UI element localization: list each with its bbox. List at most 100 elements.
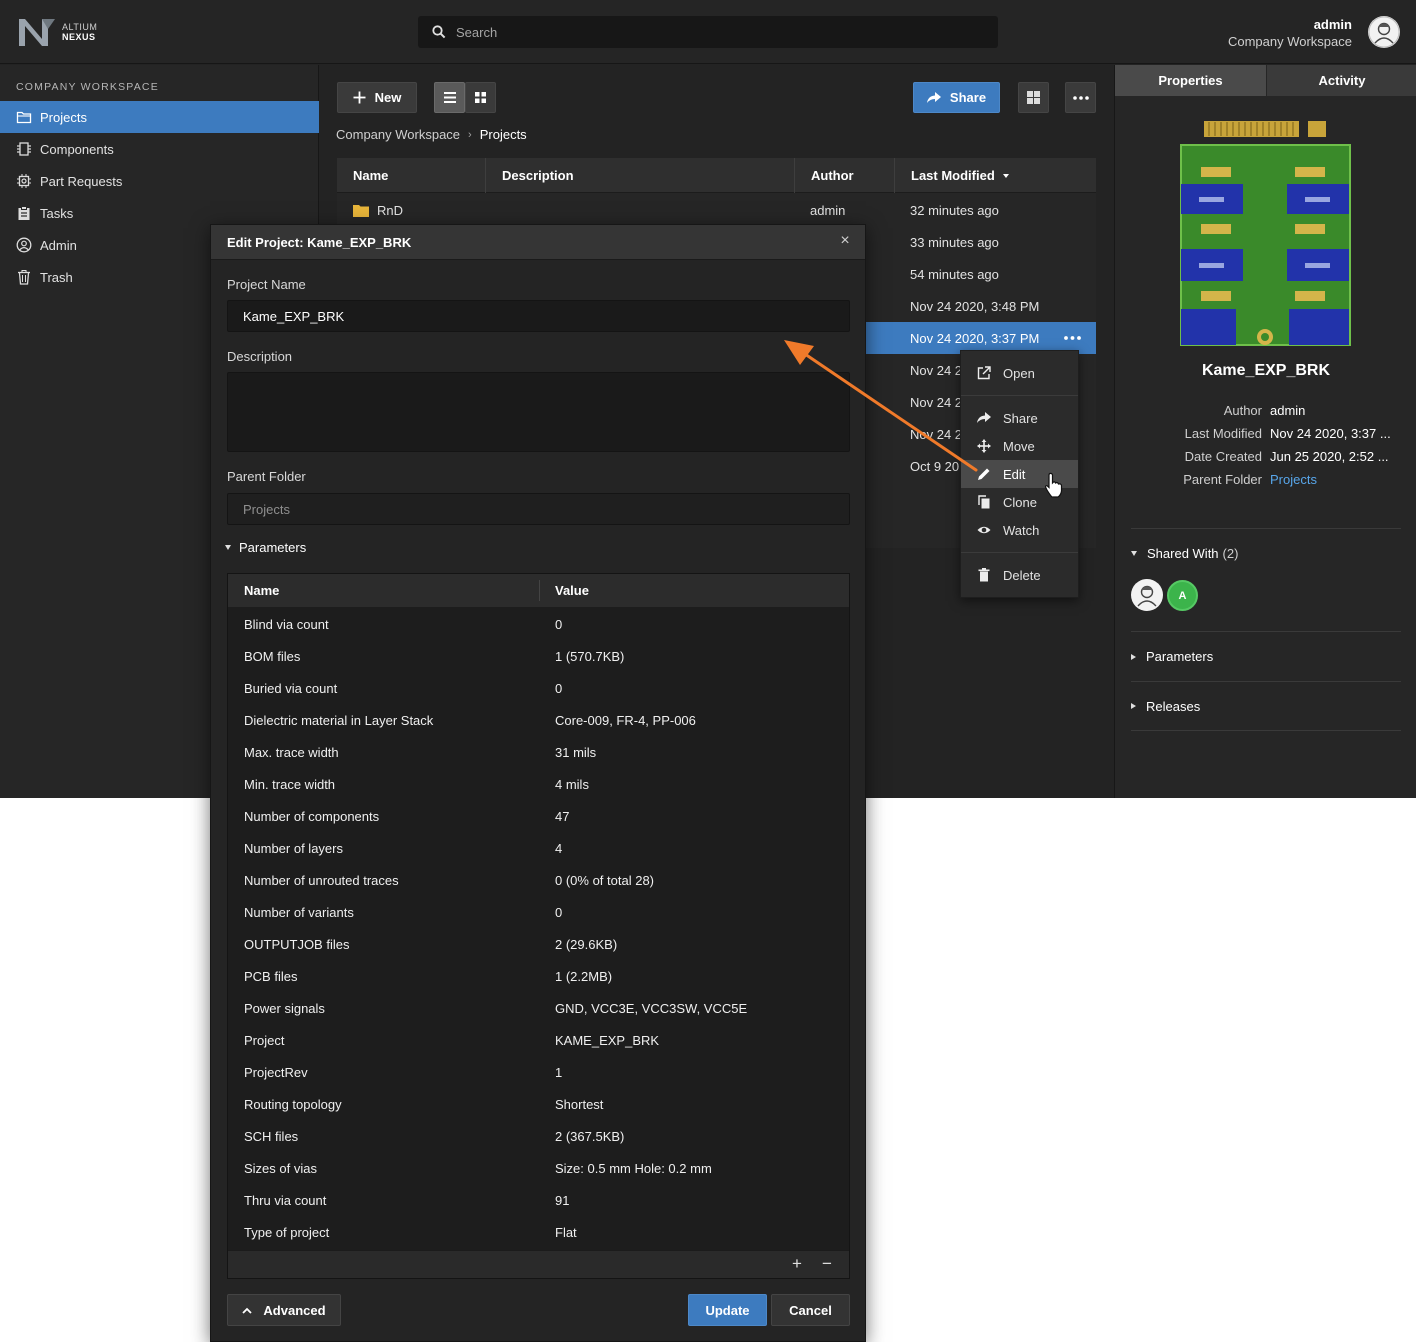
sidebar-item-label: Trash (40, 269, 73, 285)
param-col-name[interactable]: Name (244, 574, 279, 607)
search-input[interactable] (456, 24, 956, 40)
parameter-row[interactable]: OUTPUTJOB files 2 (29.6KB) (228, 928, 849, 960)
new-button[interactable]: New (337, 82, 417, 113)
cancel-button[interactable]: Cancel (771, 1294, 850, 1326)
shared-with-section[interactable]: Shared With (2) (1131, 528, 1401, 578)
parameter-value: 0 (555, 681, 563, 696)
parameter-row[interactable]: Max. trace width 31 mils (228, 736, 849, 768)
parameter-row[interactable]: Thru via count 91 (228, 1184, 849, 1216)
project-name-input[interactable] (227, 300, 850, 332)
menu-item-open[interactable]: Open (961, 359, 1078, 387)
parameter-value: 0 (555, 617, 563, 632)
parameter-name: Blind via count (244, 617, 329, 632)
breadcrumb-projects[interactable]: Projects (480, 127, 527, 142)
share-button[interactable]: Share (913, 82, 1000, 113)
col-description[interactable]: Description (486, 158, 795, 193)
menu-item-label: Edit (1003, 466, 1026, 482)
layout-toggle-button[interactable] (1018, 82, 1049, 113)
row-menu-ellipsis-icon[interactable] (1064, 336, 1081, 340)
menu-item-delete[interactable]: Delete (961, 561, 1078, 589)
parameter-row[interactable]: Buried via count 0 (228, 672, 849, 704)
parameter-row[interactable]: SCH files 2 (367.5KB) (228, 1120, 849, 1152)
breadcrumb-workspace[interactable]: Company Workspace (336, 127, 460, 142)
move-icon (977, 439, 991, 453)
prop-key: Author (1223, 403, 1262, 418)
sidebar-item-label: Part Requests (40, 173, 123, 189)
grid-header: Name Description Author Last Modified (337, 158, 1096, 193)
parameters-section[interactable]: Parameters (1131, 631, 1401, 681)
col-name[interactable]: Name (337, 158, 486, 193)
menu-item-move[interactable]: Move (961, 432, 1078, 460)
parameters-table-footer: + − (228, 1250, 849, 1278)
parameter-row[interactable]: BOM files 1 (570.7KB) (228, 640, 849, 672)
description-textarea[interactable] (227, 372, 850, 452)
parameter-row[interactable]: Number of components 47 (228, 800, 849, 832)
list-view-button[interactable] (434, 82, 465, 113)
menu-item-label: Clone (1003, 494, 1037, 510)
col-last-modified-label: Last Modified (911, 168, 995, 183)
update-button[interactable]: Update (688, 1294, 767, 1326)
parameter-value: 4 mils (555, 777, 589, 792)
parent-folder-input[interactable] (227, 493, 850, 525)
breadcrumb-chevron-icon: › (468, 128, 472, 141)
menu-item-share[interactable]: Share (961, 404, 1078, 432)
section-label: Parameters (1146, 649, 1214, 664)
parameter-row[interactable]: Type of project Flat (228, 1216, 849, 1248)
sidebar-item-components[interactable]: Components (0, 133, 319, 165)
advanced-button-label: Advanced (263, 1302, 326, 1318)
sidebar-item-label: Components (40, 141, 114, 157)
parameter-row[interactable]: Sizes of vias Size: 0.5 mm Hole: 0.2 mm (228, 1152, 849, 1184)
folder-icon (353, 205, 369, 217)
advanced-button[interactable]: Advanced (227, 1294, 341, 1326)
parameter-row[interactable]: ProjectRev 1 (228, 1056, 849, 1088)
shared-avatar-portrait[interactable] (1131, 579, 1163, 611)
plus-icon (353, 91, 366, 104)
col-last-modified[interactable]: Last Modified (895, 158, 1096, 193)
parameter-name: Power signals (244, 1001, 325, 1016)
parameter-row[interactable]: Power signals GND, VCC3E, VCC3SW, VCC5E (228, 992, 849, 1024)
search-box[interactable] (418, 16, 998, 48)
parameter-row[interactable]: Project KAME_EXP_BRK (228, 1024, 849, 1056)
parameter-row[interactable]: Number of layers 4 (228, 832, 849, 864)
param-col-value[interactable]: Value (555, 574, 589, 607)
more-options-button[interactable] (1065, 82, 1096, 113)
menu-item-watch[interactable]: Watch (961, 516, 1078, 544)
tab-activity[interactable]: Activity (1267, 65, 1416, 96)
menu-item-label: Delete (1003, 567, 1041, 583)
properties-panel: Properties Activity Kame_EXP_BRK Author … (1114, 65, 1416, 798)
parameter-row[interactable]: Blind via count 0 (228, 608, 849, 640)
dialog-header: Edit Project: Kame_EXP_BRK (211, 225, 865, 260)
sidebar-item-label: Tasks (40, 205, 74, 221)
parameter-name: Number of layers (244, 841, 343, 856)
sidebar-item-label: Projects (40, 109, 87, 125)
parameter-row[interactable]: PCB files 1 (2.2MB) (228, 960, 849, 992)
parameter-row[interactable]: Min. trace width 4 mils (228, 768, 849, 800)
add-parameter-button[interactable]: + (792, 1255, 802, 1273)
sidebar-item-part-requests[interactable]: Part Requests (0, 165, 319, 197)
parameters-toggle[interactable]: Parameters (225, 540, 306, 555)
shared-avatar-letter[interactable]: A (1167, 580, 1198, 611)
altium-nexus-logo[interactable]: ALTIUM NEXUS (16, 15, 97, 49)
search-icon (432, 25, 446, 39)
close-icon[interactable]: × (837, 233, 853, 249)
releases-section[interactable]: Releases (1131, 681, 1401, 731)
parent-folder-link[interactable]: Projects (1270, 472, 1317, 487)
parameter-name: PCB files (244, 969, 298, 984)
grid-view-button[interactable] (465, 82, 496, 113)
parameter-value: Flat (555, 1225, 577, 1240)
remove-parameter-button[interactable]: − (822, 1255, 832, 1273)
parameter-name: Number of unrouted traces (244, 873, 399, 888)
col-author[interactable]: Author (795, 158, 895, 193)
parameter-row[interactable]: Routing topology Shortest (228, 1088, 849, 1120)
new-button-label: New (374, 90, 402, 105)
parameter-name: Number of variants (244, 905, 354, 920)
tab-properties[interactable]: Properties (1115, 65, 1266, 96)
grid-row[interactable]: RnD admin 32 minutes ago (337, 194, 1096, 226)
user-avatar[interactable] (1368, 16, 1400, 48)
parameter-row[interactable]: Dielectric material in Layer Stack Core-0… (228, 704, 849, 736)
prop-value: admin (1270, 403, 1306, 418)
parameter-row[interactable]: Number of unrouted traces 0 (0% of total … (228, 864, 849, 896)
user-info[interactable]: admin Company Workspace (1228, 16, 1352, 50)
sidebar-item-projects[interactable]: Projects (0, 101, 319, 133)
parameter-row[interactable]: Number of variants 0 (228, 896, 849, 928)
